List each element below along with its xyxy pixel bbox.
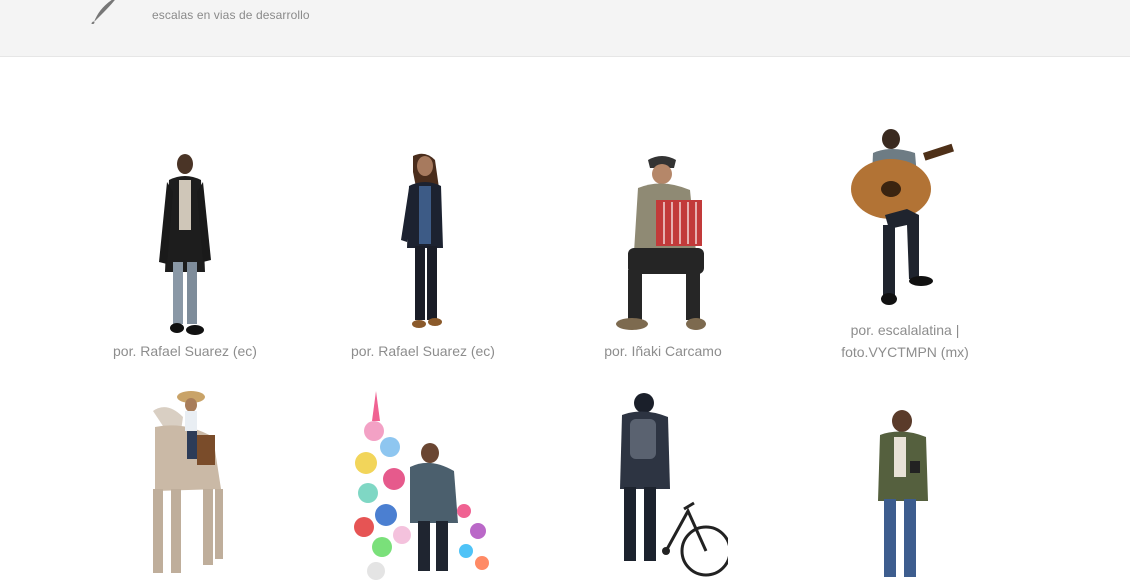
feather-logo-icon[interactable]: [88, 0, 128, 24]
gallery-item[interactable]: por. Rafael Suarez (ec): [328, 152, 518, 362]
seated-accordion-player-icon: [616, 156, 706, 330]
gallery-item[interactable]: por. escalalatina | foto.VYCTMPN (mx): [810, 129, 1000, 363]
balloon-vendor-icon: [354, 391, 489, 580]
child-on-horse-icon: [153, 391, 223, 573]
man-with-phone-icon: [878, 410, 928, 577]
site-header: escalas en vias de desarrollo: [0, 0, 1130, 57]
gallery-item[interactable]: [326, 391, 516, 583]
gallery-item[interactable]: [806, 391, 996, 583]
gallery-item[interactable]: por. Iñaki Carcamo: [568, 152, 758, 362]
standing-man-coat-icon: [159, 154, 211, 335]
gallery-caption: por. escalalatina | foto.VYCTMPN (mx): [841, 322, 969, 360]
man-with-bicycle-icon: [620, 393, 728, 577]
gallery-item[interactable]: por. Rafael Suarez (ec): [90, 152, 280, 362]
standing-woman-blazer-icon: [401, 153, 443, 328]
gallery-caption: por. Rafael Suarez (ec): [351, 343, 495, 359]
gallery-caption: por. Iñaki Carcamo: [604, 343, 722, 359]
gallery-item[interactable]: [568, 391, 758, 583]
gallery-item[interactable]: [90, 391, 280, 583]
gallery-caption: por. Rafael Suarez (ec): [113, 343, 257, 359]
seated-guitar-player-icon: [851, 129, 955, 305]
site-tagline: escalas en vias de desarrollo: [152, 8, 310, 22]
gallery-grid: por. Rafael Suarez (ec) por. Rafael Suar…: [0, 57, 1130, 580]
